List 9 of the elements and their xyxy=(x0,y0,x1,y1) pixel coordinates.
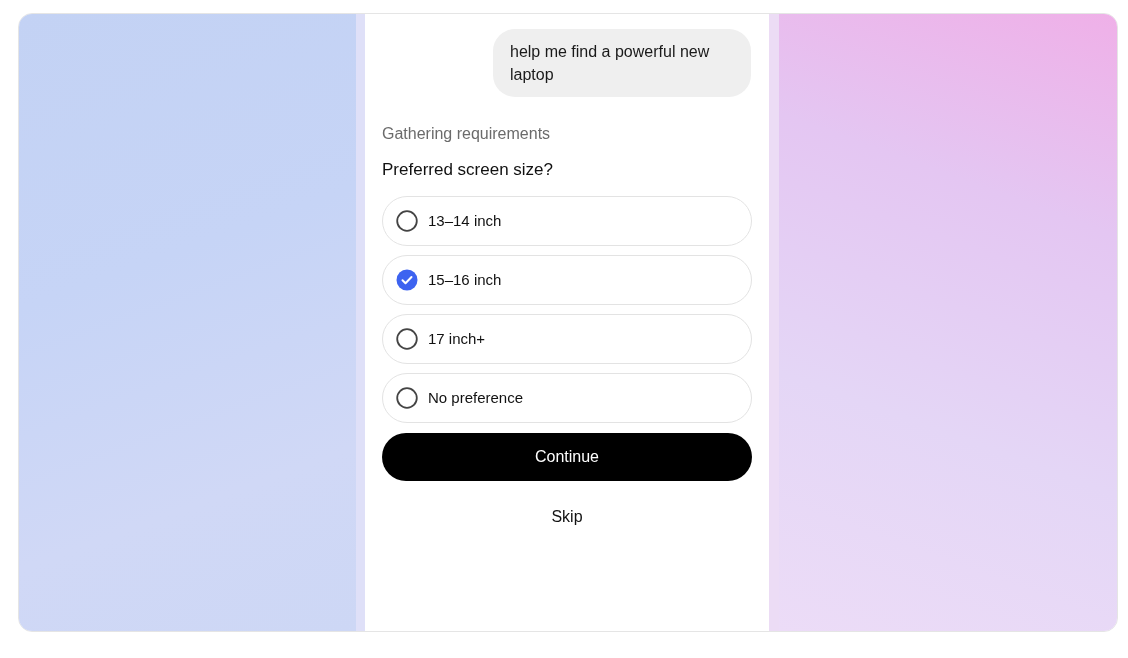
option-button[interactable]: 13–14 inch xyxy=(382,196,752,246)
skip-button[interactable]: Skip xyxy=(543,502,591,532)
question-text: Preferred screen size? xyxy=(382,159,555,181)
continue-button[interactable]: Continue xyxy=(382,433,752,481)
option-button[interactable]: 17 inch+ xyxy=(382,314,752,364)
user-message: help me find a powerful new laptop xyxy=(493,29,751,97)
status-text: Gathering requirements xyxy=(382,124,552,144)
option-button[interactable]: 15–16 inch xyxy=(382,255,752,305)
option-button[interactable]: No preference xyxy=(382,373,752,423)
